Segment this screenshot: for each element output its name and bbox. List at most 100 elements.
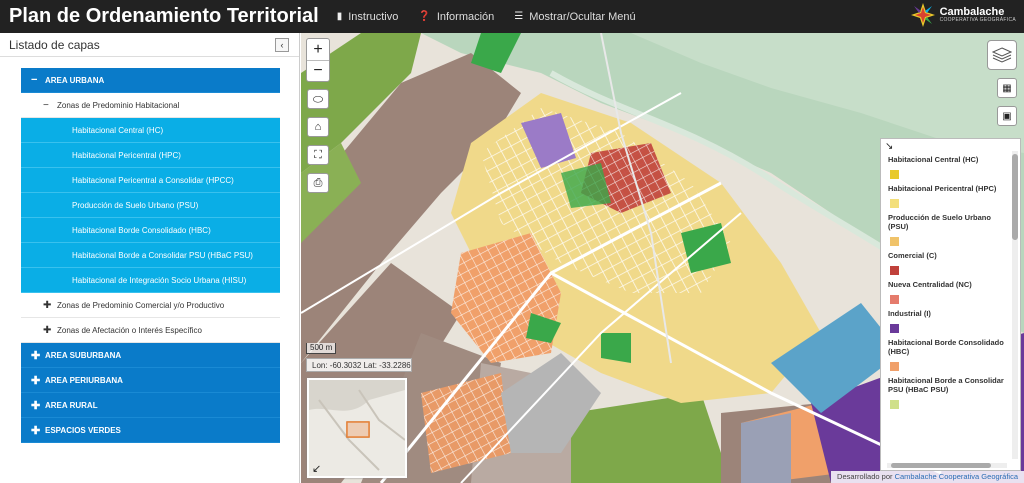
measure-icon: ⬭ [312, 91, 324, 106]
legend-swatch [890, 324, 899, 333]
legend-collapse-arrow-icon[interactable]: ↘ [885, 141, 893, 152]
legend-swatch [890, 400, 899, 409]
legend-item: Nueva Centralidad (NC) [888, 280, 1010, 304]
top-navbar: Plan de Ordenamiento Territorial ▮ Instr… [0, 0, 1024, 33]
legend-label: Industrial (I) [888, 309, 931, 318]
cambalache-logo-icon [910, 3, 935, 27]
nav-informacion-label: Información [436, 10, 495, 23]
nav-toggle-menu[interactable]: ☰ Mostrar/Ocultar Menú [514, 11, 635, 23]
legend-toggle-button[interactable]: ▣ [997, 106, 1017, 126]
tree-category-area-rural[interactable]: ✚ AREA RURAL [21, 393, 280, 418]
legend-vertical-scrollbar[interactable] [1012, 151, 1018, 459]
plus-icon: ✚ [43, 299, 52, 311]
legend-swatch [890, 199, 899, 208]
app-title: Plan de Ordenamiento Territorial [9, 5, 319, 27]
brand-logo-block[interactable]: Cambalache COOPERATIVA GEOGRÁFICA [910, 2, 1016, 28]
legend-label: Habitacional Pericentral (HPC) [888, 184, 997, 193]
category-label: AREA PERIURBANA [45, 375, 123, 385]
scale-bar: 500 m [306, 343, 337, 354]
tree-category-area-suburbana[interactable]: ✚ AREA SUBURBANA [21, 343, 280, 368]
legend-item: Habitacional Borde Consolidado (HBC) [888, 338, 1010, 371]
table-button[interactable]: ▦ [997, 78, 1017, 98]
nav-informacion[interactable]: ❓ Información [418, 11, 494, 23]
zoom-in-button[interactable]: + [307, 39, 329, 60]
scrollbar-thumb[interactable] [891, 463, 991, 468]
plus-icon: ✚ [43, 324, 52, 336]
list-icon: ☰ [514, 11, 524, 22]
legend-item: Comercial (C) [888, 251, 1010, 275]
legend-panel: ↘ Habitacional Central (HC) Habitacional… [880, 138, 1021, 471]
plus-icon: ✚ [31, 399, 41, 412]
layers-icon [992, 47, 1012, 63]
credits-link[interactable]: Cambalache Cooperativa Geográfica [895, 472, 1018, 481]
svg-text:↙: ↙ [312, 462, 321, 475]
tree-layer-hc[interactable]: Habitacional Central (HC) [21, 118, 280, 143]
legend-swatch [890, 266, 899, 275]
layer-sidebar: Listado de capas ‹ − AREA URBANA − Zonas… [0, 33, 300, 483]
minimap-graphic: ↙ [309, 380, 405, 476]
legend-item: Habitacional Pericentral (HPC) [888, 184, 1010, 208]
category-label: AREA RURAL [45, 400, 98, 410]
nav-instructivo[interactable]: ▮ Instructivo [337, 11, 399, 23]
legend-swatch [890, 362, 899, 371]
minus-icon: − [43, 99, 49, 111]
scrollbar-thumb[interactable] [1012, 154, 1018, 240]
legend-label: Producción de Suelo Urbano (PSU) [888, 213, 991, 231]
overview-minimap[interactable]: ↙ [307, 378, 407, 478]
tree-layer-hbc[interactable]: Habitacional Borde Consolidado (HBC) [21, 218, 280, 243]
question-circle-icon: ❓ [418, 11, 431, 22]
tree-layer-hpc[interactable]: Habitacional Pericentral (HPC) [21, 143, 280, 168]
legend-label: Habitacional Borde a Consolidar PSU (HBa… [888, 376, 1004, 394]
tree-group-zonas-afectacion[interactable]: ✚ Zonas de Afectación o Interés Específi… [21, 318, 280, 343]
plus-icon: ✚ [31, 349, 41, 362]
tree-layer-hbac-psu[interactable]: Habitacional Borde a Consolidar PSU (HBa… [21, 243, 280, 268]
tree-layer-hpcc[interactable]: Habitacional Pericentral a Consolidar (H… [21, 168, 280, 193]
measure-button[interactable]: ⬭ [307, 89, 329, 109]
sidebar-title: Listado de capas [9, 37, 100, 52]
legend-swatch [890, 237, 899, 246]
nav-toggle-menu-label: Mostrar/Ocultar Menú [529, 10, 636, 23]
home-button[interactable]: ⌂ [307, 117, 329, 137]
category-label: AREA URBANA [45, 75, 105, 85]
legend-item: Habitacional Central (HC) [888, 155, 1010, 179]
print-button[interactable]: ⎙ [307, 173, 329, 193]
legend-swatch [890, 170, 899, 179]
plus-icon: ✚ [31, 374, 41, 387]
legend-list: Habitacional Central (HC) Habitacional P… [888, 155, 1010, 459]
tree-category-area-periurbana[interactable]: ✚ AREA PERIURBANA [21, 368, 280, 393]
legend-item: Habitacional Borde a Consolidar PSU (HBa… [888, 376, 1010, 409]
legend-label: Habitacional Central (HC) [888, 155, 979, 164]
legend-swatch [890, 295, 899, 304]
tree-layer-hisu[interactable]: Habitacional de Integración Socio Urbana… [21, 268, 280, 293]
layer-switcher-button[interactable] [987, 40, 1017, 70]
layer-tree: − AREA URBANA − Zonas de Predominio Habi… [21, 68, 280, 443]
mouse-coordinates: Lon: -60.3032 Lat: -33.2286 [306, 358, 412, 372]
tree-group-zonas-comercial[interactable]: ✚ Zonas de Predominio Comercial y/o Prod… [21, 293, 280, 318]
legend-label: Nueva Centralidad (NC) [888, 280, 972, 289]
legend-horizontal-scrollbar[interactable] [887, 463, 1007, 468]
group-label: Zonas de Predominio Habitacional [57, 100, 180, 110]
sidebar-collapse-button[interactable]: ‹ [275, 37, 289, 52]
legend-label: Comercial (C) [888, 251, 937, 260]
legend-item: Producción de Suelo Urbano (PSU) [888, 213, 1010, 246]
map-credits: Desarrollado por Cambalache Cooperativa … [831, 471, 1024, 483]
plus-icon: ✚ [31, 424, 41, 437]
category-label: ESPACIOS VERDES [45, 425, 121, 435]
group-label: Zonas de Afectación o Interés Específico [57, 325, 202, 335]
minus-icon: − [31, 74, 38, 86]
tree-category-area-urbana[interactable]: − AREA URBANA [21, 68, 280, 93]
table-icon: ▦ [1002, 82, 1012, 94]
group-label: Zonas de Predominio Comercial y/o Produc… [57, 300, 225, 310]
tree-group-zonas-habitacional[interactable]: − Zonas de Predominio Habitacional [21, 93, 280, 118]
zoom-out-button[interactable]: − [307, 60, 329, 81]
home-icon: ⌂ [314, 121, 322, 133]
brand-subtitle: COOPERATIVA GEOGRÁFICA [939, 17, 1016, 23]
tree-layer-psu[interactable]: Producción de Suelo Urbano (PSU) [21, 193, 280, 218]
credits-prefix: Desarrollado por [837, 472, 893, 481]
legend-panel-icon: ▣ [1002, 110, 1012, 122]
fullscreen-button[interactable]: ⛶ [307, 145, 329, 165]
tree-category-espacios-verdes[interactable]: ✚ ESPACIOS VERDES [21, 418, 280, 443]
sidebar-header: Listado de capas ‹ [0, 33, 299, 57]
legend-label: Habitacional Borde Consolidado (HBC) [888, 338, 1004, 356]
nav-instructivo-label: Instructivo [348, 10, 399, 23]
